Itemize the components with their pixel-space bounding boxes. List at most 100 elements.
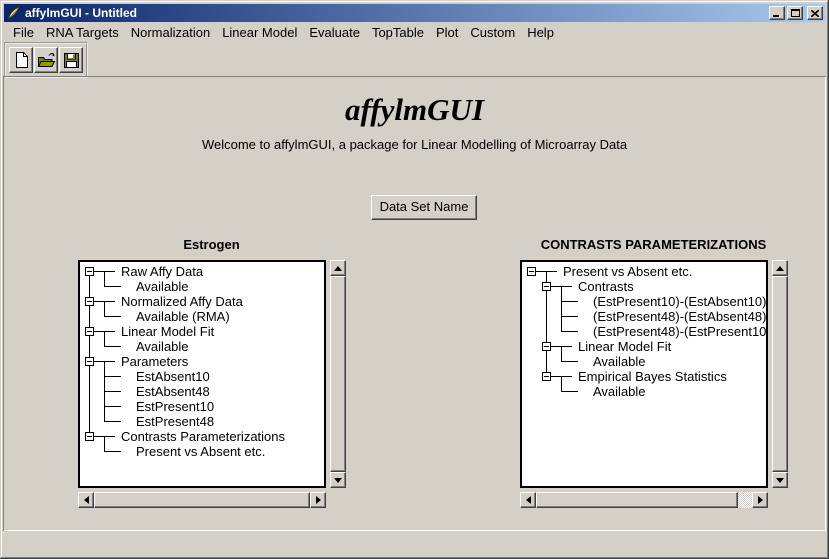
- new-document-icon: [13, 51, 30, 69]
- tree-node-label[interactable]: (EstPresent48)-(EstAbsent48): [593, 309, 766, 324]
- down-arrow-icon: [776, 478, 784, 483]
- left-panel-header: Estrogen: [78, 237, 345, 252]
- menu-item-evaluate[interactable]: Evaluate: [303, 24, 366, 41]
- tree-node-label[interactable]: Available: [136, 279, 189, 294]
- left-arrow-icon: [84, 496, 89, 504]
- scrollbar-down-arrow[interactable]: [772, 472, 788, 488]
- data-set-name-button[interactable]: Data Set Name: [371, 195, 477, 220]
- tk-feather-icon: [7, 6, 21, 20]
- tree-node-label[interactable]: (EstPresent10)-(EstAbsent10): [593, 294, 766, 309]
- tree-node-label[interactable]: EstAbsent10: [136, 369, 210, 384]
- right-tree-canvas[interactable]: Present vs Absent etc.Contrasts(EstPrese…: [520, 260, 768, 488]
- main-content-frame: affylmGUI Welcome to affylmGUI, a packag…: [3, 76, 826, 531]
- toolbar: [4, 42, 88, 78]
- tree-node-label[interactable]: Contrasts Parameterizations: [121, 429, 285, 444]
- scrollbar-right-arrow[interactable]: [752, 492, 768, 508]
- tree-row: Present vs Absent etc.: [522, 264, 766, 279]
- tree-node-label[interactable]: EstPresent48: [136, 414, 214, 429]
- tree-node-label[interactable]: EstAbsent48: [136, 384, 210, 399]
- welcome-text: Welcome to affylmGUI, a package for Line…: [3, 137, 826, 152]
- minimize-button[interactable]: [769, 6, 785, 20]
- tree-expand-box[interactable]: [527, 267, 536, 276]
- scrollbar-left-arrow[interactable]: [520, 492, 536, 508]
- menu-item-linear-model[interactable]: Linear Model: [216, 24, 303, 41]
- left-tree-horizontal-scrollbar[interactable]: [78, 492, 326, 508]
- menu-item-toptable[interactable]: TopTable: [366, 24, 430, 41]
- tree-node-label[interactable]: Available: [136, 339, 189, 354]
- menu-item-plot[interactable]: Plot: [430, 24, 464, 41]
- tree-node-label[interactable]: Parameters: [121, 354, 188, 369]
- tree-expand-box[interactable]: [542, 342, 551, 351]
- scrollbar-down-arrow[interactable]: [330, 472, 346, 488]
- close-button[interactable]: [807, 6, 823, 20]
- open-folder-icon: [37, 51, 56, 69]
- tree-node-label[interactable]: Available: [593, 354, 646, 369]
- tree-expand-box[interactable]: [85, 432, 94, 441]
- tree-row: (EstPresent10)-(EstAbsent10): [522, 294, 766, 309]
- save-file-button[interactable]: [59, 47, 83, 73]
- tree-node-label[interactable]: Linear Model Fit: [121, 324, 214, 339]
- left-tree-vertical-scrollbar[interactable]: [330, 260, 346, 488]
- tree-row: Available: [80, 339, 324, 354]
- new-file-button[interactable]: [9, 47, 33, 73]
- tree-node-label[interactable]: (EstPresent48)-(EstPresent10): [593, 324, 768, 339]
- tree-expand-box[interactable]: [85, 357, 94, 366]
- scrollbar-thumb[interactable]: [772, 276, 788, 472]
- tree-expand-box[interactable]: [542, 372, 551, 381]
- maximize-button[interactable]: [787, 6, 803, 20]
- tree-expand-box[interactable]: [542, 282, 551, 291]
- tree-node-label[interactable]: EstPresent10: [136, 399, 214, 414]
- window-title: affylmGUI - Untitled: [25, 4, 769, 22]
- menu-item-normalization[interactable]: Normalization: [125, 24, 216, 41]
- scrollbar-thumb[interactable]: [94, 492, 310, 508]
- tree-node-label[interactable]: Contrasts: [578, 279, 634, 294]
- tree-row: Available: [522, 384, 766, 399]
- scrollbar-thumb[interactable]: [330, 276, 346, 472]
- left-tree-canvas[interactable]: Raw Affy DataAvailableNormalized Affy Da…: [78, 260, 326, 488]
- up-arrow-icon: [776, 266, 784, 271]
- right-tree-horizontal-scrollbar[interactable]: [520, 492, 768, 508]
- tree-row: Available (RMA): [80, 309, 324, 324]
- tree-row: Normalized Affy Data: [80, 294, 324, 309]
- tree-node-label[interactable]: Linear Model Fit: [578, 339, 671, 354]
- tree-row: EstPresent10: [80, 399, 324, 414]
- menu-item-file[interactable]: File: [7, 24, 40, 41]
- minimize-icon: [773, 10, 781, 17]
- tree-node-label[interactable]: Empirical Bayes Statistics: [578, 369, 727, 384]
- tree-row: Available: [80, 279, 324, 294]
- tree-node-label[interactable]: Present vs Absent etc.: [136, 444, 265, 459]
- tree-row: (EstPresent48)-(EstAbsent48): [522, 309, 766, 324]
- scrollbar-track[interactable]: [536, 492, 752, 508]
- tree-node-label[interactable]: Present vs Absent etc.: [563, 264, 692, 279]
- tree-node-label[interactable]: Available (RMA): [136, 309, 230, 324]
- tree-expand-box[interactable]: [85, 327, 94, 336]
- titlebar[interactable]: affylmGUI - Untitled: [4, 4, 825, 22]
- tree-expand-box[interactable]: [85, 267, 94, 276]
- right-arrow-icon: [758, 496, 763, 504]
- tree-row: Contrasts Parameterizations: [80, 429, 324, 444]
- menu-item-rna-targets[interactable]: RNA Targets: [40, 24, 125, 41]
- menu-item-help[interactable]: Help: [521, 24, 560, 41]
- scrollbar-up-arrow[interactable]: [772, 260, 788, 276]
- scrollbar-track[interactable]: [94, 492, 310, 508]
- tree-row: EstAbsent10: [80, 369, 324, 384]
- tree-row: Raw Affy Data: [80, 264, 324, 279]
- scrollbar-right-arrow[interactable]: [310, 492, 326, 508]
- tree-row: Present vs Absent etc.: [80, 444, 324, 459]
- scrollbar-track[interactable]: [772, 276, 788, 472]
- close-icon: [811, 10, 819, 17]
- right-tree-vertical-scrollbar[interactable]: [772, 260, 788, 488]
- scrollbar-up-arrow[interactable]: [330, 260, 346, 276]
- tree-row: Parameters: [80, 354, 324, 369]
- scrollbar-thumb[interactable]: [536, 492, 738, 508]
- menu-item-custom[interactable]: Custom: [464, 24, 521, 41]
- tree-node-label[interactable]: Raw Affy Data: [121, 264, 203, 279]
- tree-expand-box[interactable]: [85, 297, 94, 306]
- open-file-button[interactable]: [34, 47, 58, 73]
- scrollbar-track[interactable]: [330, 276, 346, 472]
- scrollbar-left-arrow[interactable]: [78, 492, 94, 508]
- tree-node-label[interactable]: Available: [593, 384, 646, 399]
- menu-bar: FileRNA TargetsNormalizationLinear Model…: [4, 23, 825, 41]
- tree-row: (EstPresent48)-(EstPresent10): [522, 324, 766, 339]
- tree-node-label[interactable]: Normalized Affy Data: [121, 294, 243, 309]
